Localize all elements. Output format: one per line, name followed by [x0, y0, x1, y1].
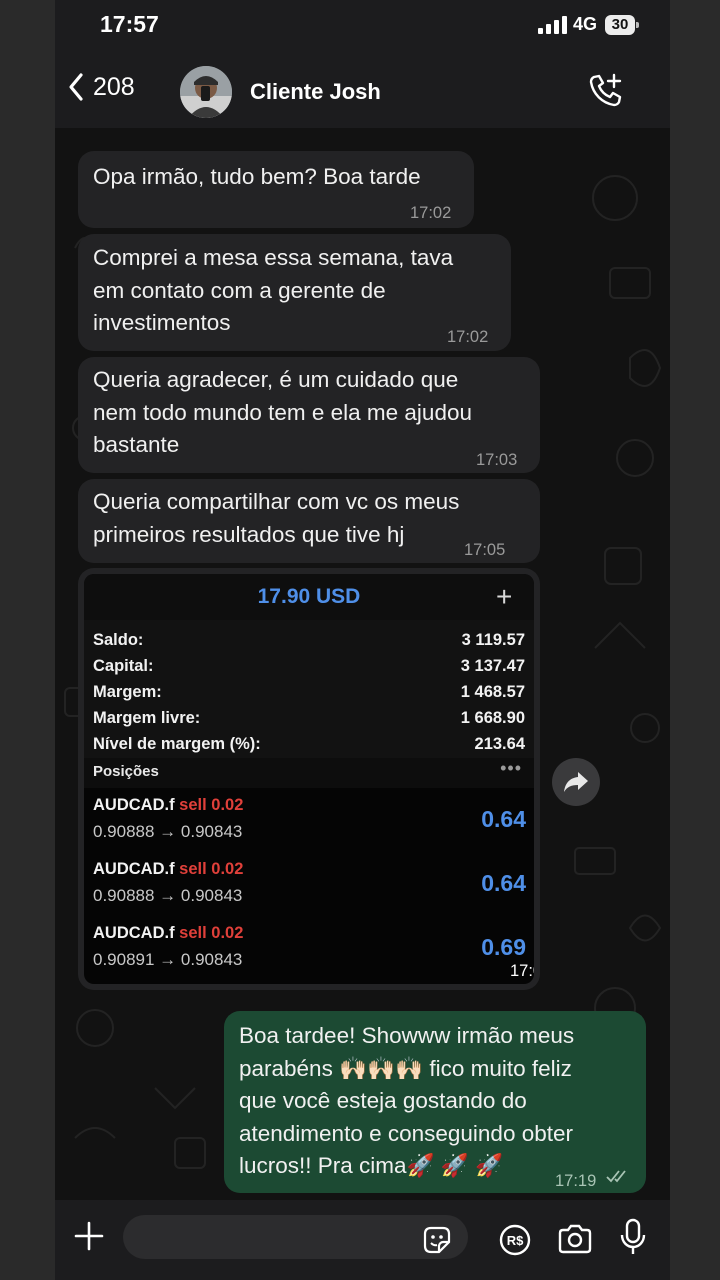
forward-button[interactable] [552, 758, 600, 806]
read-double-check-icon [606, 1170, 626, 1183]
left-frame [0, 0, 55, 1280]
row-value: 1 668.90 [460, 709, 525, 727]
message-text: Comprei a mesa essa semana, tava em cont… [93, 245, 454, 335]
back-button[interactable]: 208 [67, 72, 135, 102]
phone-screen: 17:57 4G 30 208 Cliente Josh Opa irmão, … [55, 0, 670, 1280]
row-label: Saldo: [93, 631, 144, 649]
position-symbol: AUDCAD.f sell 0.02 [93, 860, 243, 879]
row-label: Nível de margem (%): [93, 735, 261, 753]
account-row: Margem: 1 468.57 [93, 683, 525, 709]
status-bar: 17:57 4G 30 [55, 0, 670, 50]
camera-icon[interactable] [557, 1224, 593, 1254]
account-row: Capital: 3 137.47 [93, 657, 525, 683]
chat-header: 208 Cliente Josh [55, 50, 670, 129]
account-row: Saldo: 3 119.57 [93, 631, 525, 657]
symbol-text: AUDCAD.f [93, 924, 175, 942]
message-time: 17:08 [510, 962, 534, 980]
status-time: 17:57 [100, 11, 159, 37]
position-profit: 0.69 [481, 934, 526, 960]
network-type: 4G [573, 14, 598, 34]
position-row: AUDCAD.f sell 0.02 0.90888 → 0.90843 0.6… [84, 852, 534, 916]
back-chevron-icon [69, 73, 83, 101]
position-profit: 0.64 [481, 806, 526, 832]
message-time: 17:02 [410, 204, 452, 222]
position-symbol: AUDCAD.f sell 0.02 [93, 796, 243, 815]
message-text: Opa irmão, tudo bem? Boa tarde [93, 164, 421, 189]
rs-currency-icon[interactable]: R$ [498, 1223, 532, 1257]
position-prices: 0.90888 → 0.90843 [93, 886, 243, 905]
call-plus-icon[interactable] [587, 72, 625, 110]
position-symbol: AUDCAD.f sell 0.02 [93, 924, 243, 943]
message-time: 17:03 [476, 451, 518, 469]
more-icon: ••• [500, 758, 522, 778]
message-text: Queria agradecer, é um cuidado que nem t… [93, 367, 472, 457]
unread-count: 208 [93, 72, 135, 101]
row-value: 3 137.47 [460, 657, 525, 675]
contact-name[interactable]: Cliente Josh [250, 79, 381, 105]
message-bubble-outgoing[interactable]: Boa tardee! Showww irmão meus parabéns 🙌… [224, 1011, 646, 1193]
row-label: Margem: [93, 683, 162, 701]
avatar[interactable] [180, 66, 232, 118]
balance-header: 17.90 USD [257, 585, 361, 608]
mic-icon[interactable] [620, 1218, 646, 1256]
plus-icon[interactable] [73, 1220, 105, 1252]
position-prices: 0.90891 → 0.90843 [93, 950, 243, 969]
message-time: 17:19 [555, 1172, 597, 1190]
row-value: 3 119.57 [461, 631, 525, 649]
sticker-icon[interactable] [421, 1224, 453, 1256]
message-bubble[interactable]: Comprei a mesa essa semana, tava em cont… [78, 234, 511, 351]
image-message[interactable]: 17.90 USD + Saldo: 3 119.57 Capital: 3 137… [78, 568, 540, 990]
message-input[interactable] [123, 1215, 468, 1259]
battery-icon: 30 [605, 15, 639, 35]
positions-header: Posições ••• [84, 758, 534, 788]
position-prices: 0.90888 → 0.90843 [93, 822, 243, 841]
message-text: Boa tardee! Showww irmão meus parabéns 🙌… [239, 1023, 575, 1178]
message-bubble[interactable]: Opa irmão, tudo bem? Boa tarde 17:02 [78, 151, 474, 228]
row-label: Margem livre: [93, 709, 201, 727]
message-time: 17:02 [447, 328, 489, 346]
row-value: 1 468.57 [460, 683, 525, 701]
position-row: AUDCAD.f sell 0.02 0.90891 → 0.90843 0.6… [84, 916, 534, 980]
row-label: Capital: [93, 657, 154, 675]
row-value: 213.64 [474, 735, 525, 753]
message-bubble[interactable]: Queria agradecer, é um cuidado que nem t… [78, 357, 540, 473]
message-text: Queria compartilhar com vc os meus prime… [93, 489, 460, 547]
signal-icon [538, 16, 567, 34]
symbol-text: AUDCAD.f [93, 796, 175, 814]
positions-label: Posições [93, 763, 159, 780]
composer-bar: R$ [55, 1200, 670, 1280]
trading-header: 17.90 USD + [84, 574, 534, 620]
position-side: sell 0.02 [179, 860, 244, 878]
chat-area[interactable]: Opa irmão, tudo bem? Boa tarde 17:02 Com… [55, 128, 670, 1200]
message-time: 17:05 [464, 541, 506, 559]
message-bubble[interactable]: Queria compartilhar com vc os meus prime… [78, 479, 540, 563]
symbol-text: AUDCAD.f [93, 860, 175, 878]
position-row: AUDCAD.f sell 0.02 0.90888 → 0.90843 0.6… [84, 788, 534, 852]
right-frame [670, 0, 720, 1280]
svg-text:R$: R$ [507, 1233, 524, 1248]
position-side: sell 0.02 [179, 796, 244, 814]
account-summary: Saldo: 3 119.57 Capital: 3 137.47 Margem: 1… [84, 620, 534, 758]
plus-icon: + [496, 581, 513, 612]
forward-icon [564, 772, 588, 792]
position-profit: 0.64 [481, 870, 526, 896]
account-row: Margem livre: 1 668.90 [93, 709, 525, 735]
trading-screenshot[interactable]: 17.90 USD + Saldo: 3 119.57 Capital: 3 137… [84, 574, 534, 984]
position-side: sell 0.02 [179, 924, 244, 942]
avatar-photo-icon [180, 66, 232, 118]
